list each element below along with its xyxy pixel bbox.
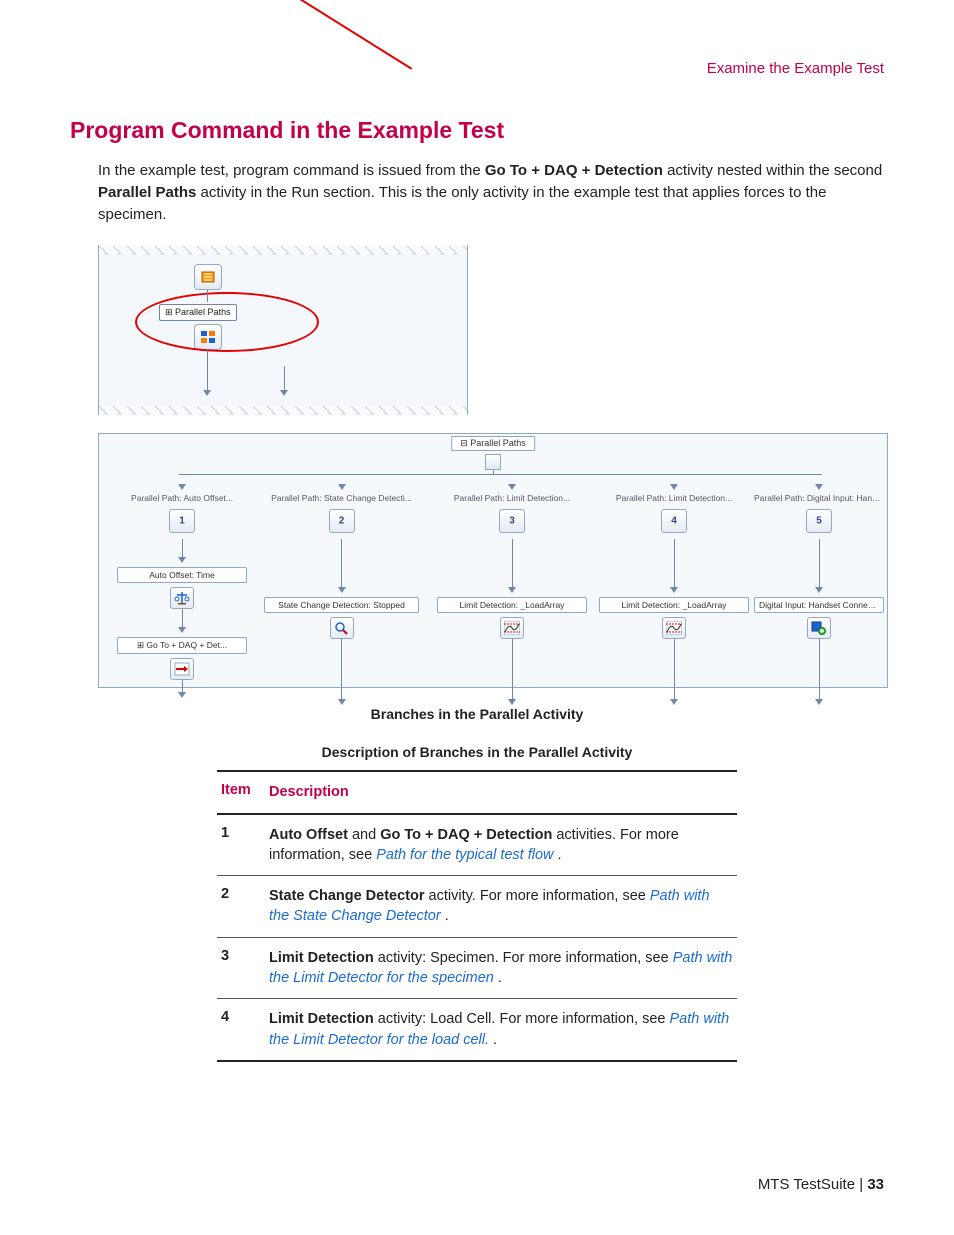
branch-2-node [329,509,355,533]
intro-t1: In the example test, program command is … [98,162,485,179]
footer-product: MTS TestSuite [758,1176,855,1193]
figure-lower: ⊟ Parallel Paths Parallel Path: Auto Off… [98,433,884,688]
row-num: 2 [221,886,269,927]
branch-4-node [661,509,687,533]
col-item: Item [221,782,269,802]
row-num: 3 [221,948,269,989]
wave-icon [500,617,524,639]
balance-icon [170,587,194,609]
row-desc: Auto Offset and Go To + DAQ + Detection … [269,825,733,866]
branch-5: Parallel Path: Digital Input: Handset C.… [754,484,884,708]
parallel-paths-header: ⊟ Parallel Paths [451,436,535,451]
figure-caption-1: Branches in the Parallel Activity [70,706,884,722]
table-row: 4Limit Detection activity: Load Cell. Fo… [217,999,737,1060]
digital-input-icon [807,617,831,639]
footer-sep: | [855,1176,867,1193]
page-title: Program Command in the Example Test [70,117,884,144]
parallel-paths-header-icon [485,454,501,470]
branch-3: Parallel Path: Limit Detection... Limit … [437,484,587,708]
row-num: 4 [221,1009,269,1050]
col-description: Description [269,782,733,802]
row-num: 1 [221,825,269,866]
footer-page: 33 [867,1176,884,1193]
intro-b2: Parallel Paths [98,184,196,201]
intro-t2: activity nested within the second [663,162,882,179]
intro-t3: activity in the Run section. This is the… [98,184,826,223]
branch-1-node [169,509,195,533]
section-header: Examine the Example Test [70,60,884,77]
intro-paragraph: In the example test, program command is … [98,160,884,225]
page-footer: MTS TestSuite | 33 [758,1176,884,1193]
branches-table: Item Description 1Auto Offset and Go To … [217,770,737,1062]
wave-icon [662,617,686,639]
branch-4-label: Parallel Path: Limit Detection... [599,493,749,503]
magnifier-icon [330,617,354,639]
red-highlight-ellipse [135,292,319,352]
digital-input-activity: Digital Input: Handset Connected... [754,597,884,613]
branch-2-label: Parallel Path: State Change Detecti... [264,493,419,503]
row-desc: State Change Detector activity. For more… [269,886,733,927]
branch-5-node [806,509,832,533]
table-row: 3Limit Detection activity: Specimen. For… [217,938,737,999]
state-change-activity: State Change Detection: Stopped [264,597,419,613]
intro-b1: Go To + DAQ + Detection [485,162,663,179]
arrow-right-icon [170,658,194,680]
branch-1-label: Parallel Path: Auto Offset... [117,493,247,503]
branch-4: Parallel Path: Limit Detection... Limit … [599,484,749,708]
row-desc: Limit Detection activity: Specimen. For … [269,948,733,989]
goto-daq-activity: ⊞ Go To + DAQ + Det... [117,637,247,654]
branch-1: Parallel Path: Auto Offset... Auto Offse… [117,484,247,701]
table-row: 1Auto Offset and Go To + DAQ + Detection… [217,815,737,876]
branch-3-node [499,509,525,533]
figure-upper: ⊞ Parallel Paths [98,245,884,415]
branch-5-label: Parallel Path: Digital Input: Handset C.… [754,493,884,503]
branch-3-label: Parallel Path: Limit Detection... [437,493,587,503]
figure-caption-2: Description of Branches in the Parallel … [70,744,884,760]
table-row: 2State Change Detector activity. For mor… [217,876,737,937]
horizontal-connector [179,474,822,475]
module-icon [194,264,222,290]
limit-detection-activity-1: Limit Detection: _LoadArray [437,597,587,613]
cross-ref-link[interactable]: Path for the typical test flow [376,847,553,863]
auto-offset-activity: Auto Offset: Time [117,567,247,583]
row-desc: Limit Detection activity: Load Cell. For… [269,1009,733,1050]
limit-detection-activity-2: Limit Detection: _LoadArray [599,597,749,613]
branch-2: Parallel Path: State Change Detecti... S… [264,484,419,708]
